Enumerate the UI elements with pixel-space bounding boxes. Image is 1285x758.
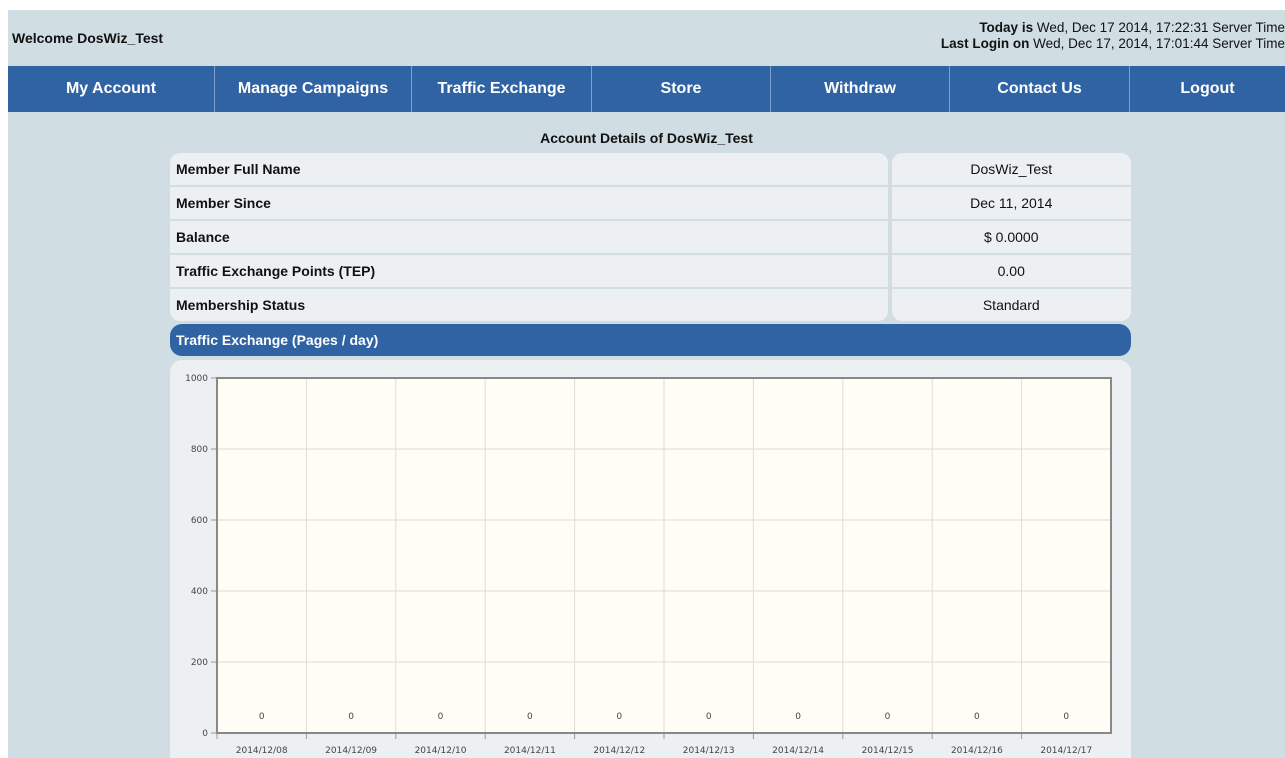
x-tick-label: 2014/12/10 — [415, 746, 467, 756]
data-label: 0 — [1063, 712, 1069, 722]
detail-value: Dec 11, 2014 — [891, 187, 1131, 219]
today-value: Wed, Dec 17 2014, 17:22:31 Server Time — [1036, 20, 1285, 35]
account-details-title: Account Details of DosWiz_Test — [540, 130, 753, 146]
nav-manage-campaigns[interactable]: Manage Campaigns — [215, 66, 412, 112]
data-label: 0 — [706, 712, 712, 722]
nav-logout[interactable]: Logout — [1130, 66, 1285, 112]
nav-my-account[interactable]: My Account — [8, 66, 215, 112]
detail-row-balance: Balance $ 0.0000 — [170, 221, 1131, 253]
x-tick-label: 2014/12/16 — [951, 746, 1003, 756]
main-nav: My Account Manage Campaigns Traffic Exch… — [8, 66, 1285, 112]
server-times: Today is Wed, Dec 17 2014, 17:22:31 Serv… — [941, 20, 1285, 52]
y-tick-label: 600 — [191, 516, 208, 526]
detail-value: 0.00 — [891, 255, 1131, 287]
y-tick-label: 1000 — [185, 374, 208, 384]
traffic-chart: 0 200 400 600 800 1000 0 2014/12/08 0 2014/12/09 0… — [170, 360, 1131, 758]
data-label: 0 — [974, 712, 980, 722]
y-tick-label: 0 — [202, 729, 208, 739]
data-label: 0 — [885, 712, 891, 722]
detail-label: Membership Status — [170, 289, 888, 321]
nav-traffic-exchange[interactable]: Traffic Exchange — [412, 66, 592, 112]
today-label: Today is — [979, 20, 1034, 35]
detail-label: Member Since — [170, 187, 888, 219]
traffic-chart-svg: 0 200 400 600 800 1000 0 2014/12/08 0 2014/12/09 0… — [185, 374, 1112, 756]
detail-row-tep: Traffic Exchange Points (TEP) 0.00 — [170, 255, 1131, 287]
x-tick-label: 2014/12/15 — [862, 746, 914, 756]
detail-row-member-since: Member Since Dec 11, 2014 — [170, 187, 1131, 219]
data-label: 0 — [259, 712, 265, 722]
detail-value: DosWiz_Test — [891, 153, 1131, 185]
top-bar: Welcome DosWiz_Test Today is Wed, Dec 17… — [8, 10, 1285, 66]
y-tick-label: 400 — [191, 587, 208, 597]
data-label: 0 — [438, 712, 444, 722]
last-login-value: Wed, Dec 17, 2014, 17:01:44 Server Time — [1033, 36, 1285, 51]
detail-row-full-name: Member Full Name DosWiz_Test — [170, 153, 1131, 185]
y-tick-label: 200 — [191, 658, 208, 668]
page: Welcome DosWiz_Test Today is Wed, Dec 17… — [8, 10, 1285, 758]
data-label: 0 — [348, 712, 354, 722]
x-tick-label: 2014/12/11 — [504, 746, 556, 756]
detail-value: $ 0.0000 — [891, 221, 1131, 253]
data-label: 0 — [616, 712, 622, 722]
nav-contact-us[interactable]: Contact Us — [950, 66, 1130, 112]
today-line: Today is Wed, Dec 17 2014, 17:22:31 Serv… — [941, 20, 1285, 36]
detail-label: Traffic Exchange Points (TEP) — [170, 255, 888, 287]
chart-header: Traffic Exchange (Pages / day) — [170, 324, 1131, 356]
last-login-label: Last Login on — [940, 36, 1030, 51]
x-tick-label: 2014/12/08 — [236, 746, 288, 756]
welcome-text: Welcome DosWiz_Test — [12, 30, 164, 46]
x-tick-label: 2014/12/17 — [1040, 746, 1092, 756]
detail-label: Member Full Name — [170, 153, 888, 185]
data-label: 0 — [527, 712, 533, 722]
x-tick-label: 2014/12/09 — [325, 746, 377, 756]
account-details-table: Member Full Name DosWiz_Test Member Sinc… — [170, 153, 1131, 323]
detail-row-membership-status: Membership Status Standard — [170, 289, 1131, 321]
data-label: 0 — [795, 712, 801, 722]
y-tick-label: 800 — [191, 445, 208, 455]
detail-label: Balance — [170, 221, 888, 253]
nav-withdraw[interactable]: Withdraw — [771, 66, 950, 112]
detail-value: Standard — [891, 289, 1131, 321]
last-login-line: Last Login on Wed, Dec 17, 2014, 17:01:4… — [941, 36, 1285, 52]
x-tick-label: 2014/12/12 — [593, 746, 645, 756]
x-tick-label: 2014/12/14 — [772, 746, 824, 756]
x-tick-label: 2014/12/13 — [683, 746, 735, 756]
nav-store[interactable]: Store — [592, 66, 771, 112]
